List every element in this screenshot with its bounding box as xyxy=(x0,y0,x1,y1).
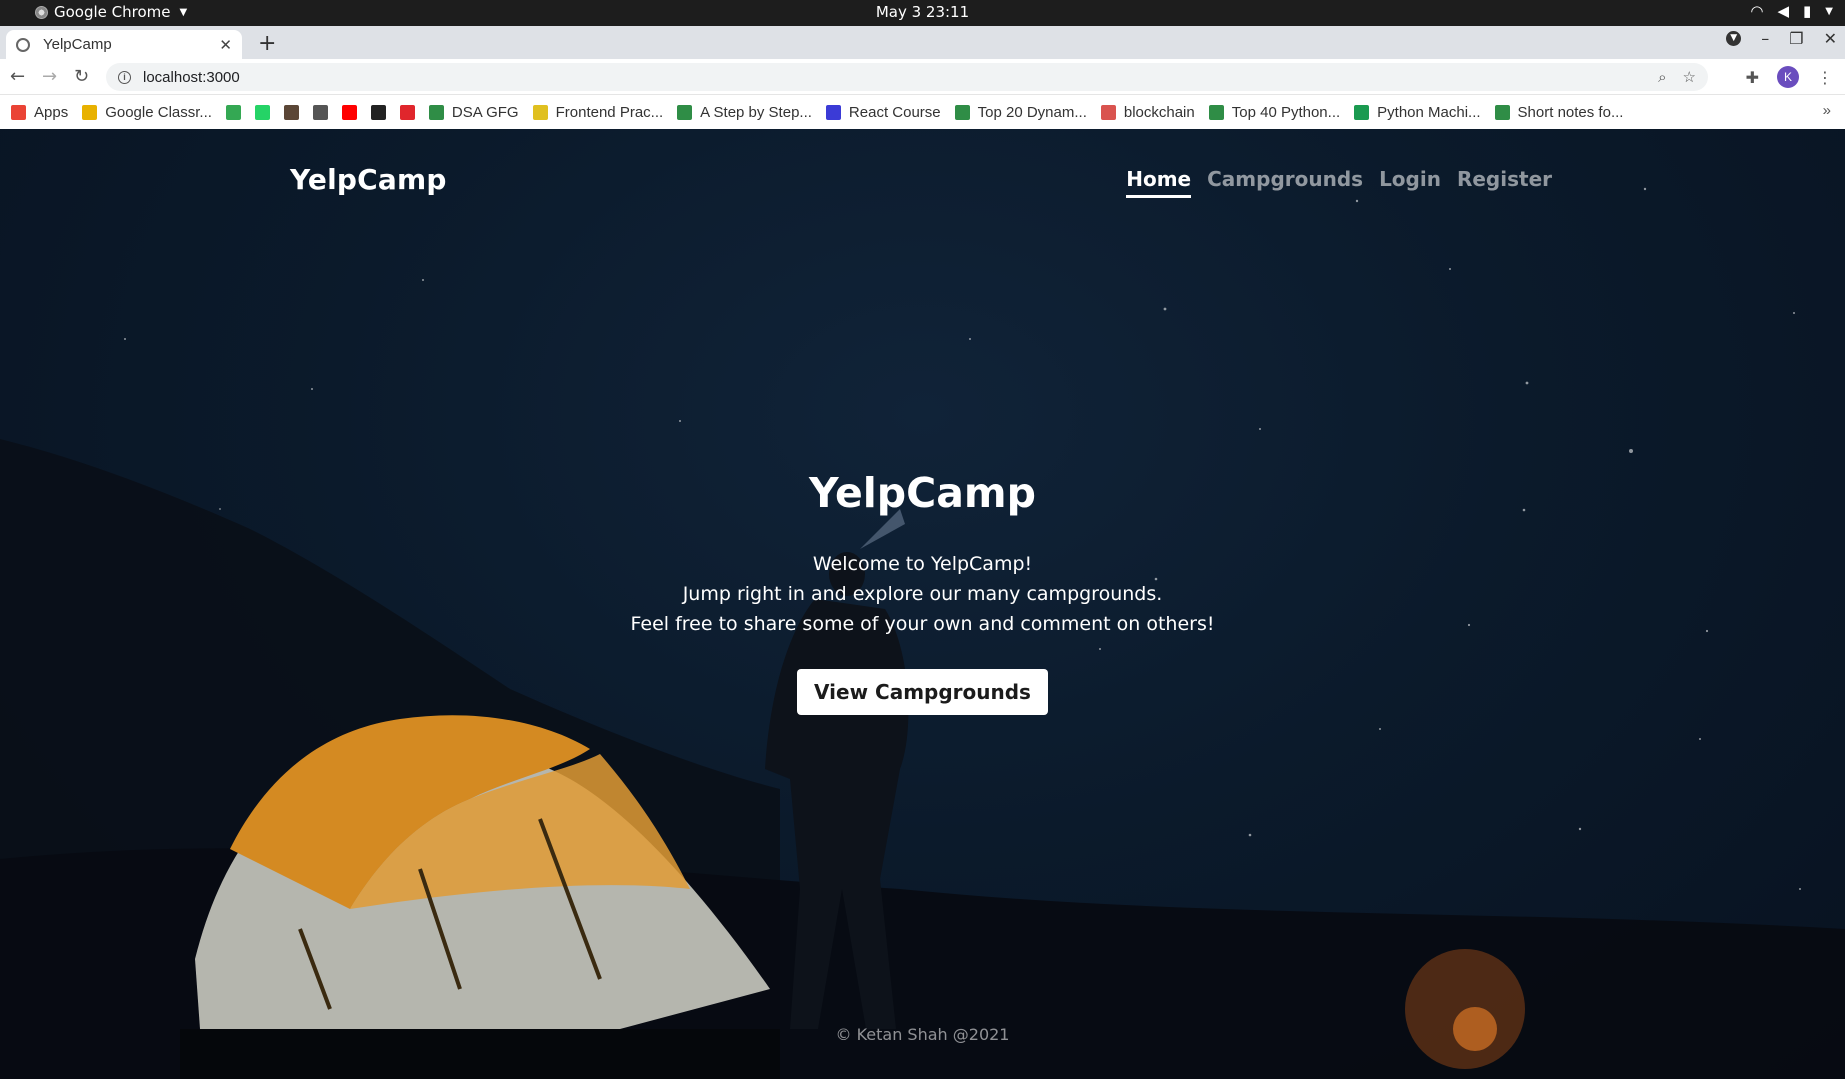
wifi-icon: ◠ xyxy=(1750,2,1764,20)
profile-avatar[interactable]: K xyxy=(1777,66,1799,88)
view-campgrounds-button[interactable]: View Campgrounds xyxy=(797,669,1048,715)
back-arrow-icon[interactable]: ← xyxy=(10,66,25,87)
bookmark-label: A Step by Step... xyxy=(700,103,812,121)
extensions-puzzle-icon[interactable]: ✚ xyxy=(1746,68,1759,87)
battery-icon: ▮ xyxy=(1803,2,1812,20)
hero-section: YelpCamp Welcome to YelpCamp! Jump right… xyxy=(0,469,1845,715)
site-navbar: YelpCamp Home Campgrounds Login Register xyxy=(290,163,1552,203)
nav-link-register[interactable]: Register xyxy=(1457,167,1552,198)
tab-title: YelpCamp xyxy=(43,36,112,53)
blockchain-icon xyxy=(1100,104,1116,120)
menu-kebab-icon[interactable]: ⋮ xyxy=(1817,68,1833,87)
bookmark-item[interactable] xyxy=(312,104,328,120)
bookmark-item[interactable] xyxy=(254,104,270,120)
crown-icon xyxy=(532,104,548,120)
bookmark-item[interactable]: Frontend Prac... xyxy=(532,103,664,121)
new-tab-button[interactable]: + xyxy=(258,31,276,56)
zoom-icon[interactable]: ⌕ xyxy=(1658,69,1666,86)
drive-icon xyxy=(225,104,241,120)
nav-link-campgrounds[interactable]: Campgrounds xyxy=(1207,167,1363,198)
campfire-glow xyxy=(1405,949,1525,1069)
bookmark-label: Short notes fo... xyxy=(1517,103,1624,121)
udemy-icon xyxy=(399,104,415,120)
close-tab-icon[interactable]: ✕ xyxy=(219,36,232,54)
address-bar[interactable]: i localhost:3000 ⌕ ☆ xyxy=(106,63,1708,91)
browser-toolbar: ← → ↻ i localhost:3000 ⌕ ☆ ✚ K ⋮ xyxy=(0,59,1845,95)
bookmark-label: Top 40 Python... xyxy=(1231,103,1341,121)
forward-arrow-icon[interactable]: → xyxy=(42,66,57,87)
bookmark-item[interactable]: Google Classr... xyxy=(82,104,212,121)
nav-link-login[interactable]: Login xyxy=(1379,167,1441,198)
youtube-icon xyxy=(341,104,357,120)
site-info-icon[interactable]: i xyxy=(118,70,131,84)
c-icon xyxy=(825,104,841,120)
ide-icon xyxy=(312,104,328,120)
tab-search-icon[interactable]: ▼ xyxy=(1726,31,1742,46)
cc-icon xyxy=(283,104,299,120)
system-tray[interactable]: ◠ ◀ ▮ ▼ xyxy=(1750,2,1833,22)
gfg-icon xyxy=(954,104,970,120)
gfg-icon xyxy=(1494,104,1510,120)
close-window-icon[interactable]: ✕ xyxy=(1824,29,1837,48)
bookmark-item[interactable] xyxy=(341,104,357,120)
bookmark-label: Top 20 Dynam... xyxy=(977,103,1087,121)
window-controls: ▼ – ❐ ✕ xyxy=(1726,29,1837,48)
gfg-icon xyxy=(1208,104,1224,120)
w-icon xyxy=(1354,104,1370,120)
bookmark-item[interactable] xyxy=(399,104,415,120)
bookmark-item[interactable]: Top 40 Python... xyxy=(1208,103,1341,121)
classroom-icon xyxy=(82,104,98,120)
hero-explore-text: Jump right in and explore our many campg… xyxy=(682,583,1163,605)
bookmark-label: React Course xyxy=(848,103,941,121)
apps-grid-icon xyxy=(11,104,26,120)
os-clock[interactable]: May 3 23:11 xyxy=(0,3,1845,21)
gfg-icon xyxy=(428,104,444,120)
minimize-icon[interactable]: – xyxy=(1761,29,1769,48)
bookmark-item[interactable]: React Course xyxy=(825,103,941,121)
whatsapp-icon xyxy=(254,104,270,120)
os-top-bar: Google Chrome ▼ May 3 23:11 ◠ ◀ ▮ ▼ xyxy=(0,0,1845,26)
bookmark-label: DSA GFG xyxy=(451,103,519,121)
volume-icon: ◀ xyxy=(1777,2,1790,20)
tray-menu-icon: ▼ xyxy=(1825,6,1833,17)
nav-link-home[interactable]: Home xyxy=(1126,167,1192,198)
bookmark-item[interactable]: Short notes fo... xyxy=(1494,103,1624,121)
url-text: localhost:3000 xyxy=(143,68,240,86)
bookmark-label: Google Classr... xyxy=(105,103,212,121)
bookmark-star-icon[interactable]: ☆ xyxy=(1683,68,1696,86)
nav-links: Home Campgrounds Login Register xyxy=(1126,167,1552,198)
bookmark-label: Frontend Prac... xyxy=(555,103,664,121)
github-icon xyxy=(370,104,386,120)
tab-strip: YelpCamp ✕ + ▼ – ❐ ✕ xyxy=(0,26,1845,59)
bookmark-item[interactable]: A Step by Step... xyxy=(677,104,812,121)
bookmark-item[interactable]: Top 20 Dynam... xyxy=(954,103,1087,121)
gfg-icon xyxy=(677,104,693,120)
bookmark-item[interactable]: blockchain xyxy=(1100,103,1195,121)
hero-title: YelpCamp xyxy=(809,469,1036,517)
bookmark-label: blockchain xyxy=(1123,103,1195,121)
tab-yelpcamp[interactable]: YelpCamp ✕ xyxy=(6,30,242,59)
toolbar-right: ✚ K ⋮ xyxy=(1746,66,1833,88)
hero-share-text: Feel free to share some of your own and … xyxy=(630,613,1215,635)
bookmark-item[interactable]: Python Machi... xyxy=(1354,103,1481,121)
bookmark-item[interactable] xyxy=(225,104,241,120)
site-footer: © Ketan Shah @2021 xyxy=(835,1025,1010,1044)
bookmarks-bar: Apps Google Classr... DSA GFG Frontend Prac… xyxy=(0,95,1845,129)
bookmarks-overflow-icon[interactable]: » xyxy=(1823,102,1831,119)
bookmark-item[interactable]: Apps xyxy=(11,104,68,121)
bookmark-item[interactable] xyxy=(283,104,299,120)
yelpcamp-landing-page: YelpCamp Home Campgrounds Login Register… xyxy=(0,129,1845,1079)
globe-icon xyxy=(16,37,30,52)
bookmark-label: Apps xyxy=(34,103,69,121)
hero-welcome-text: Welcome to YelpCamp! xyxy=(812,553,1033,575)
site-brand[interactable]: YelpCamp xyxy=(290,163,447,196)
restore-icon[interactable]: ❐ xyxy=(1789,29,1803,48)
bookmark-item[interactable] xyxy=(370,104,386,120)
reload-icon[interactable]: ↻ xyxy=(74,66,89,87)
bookmark-label: Python Machi... xyxy=(1377,103,1481,121)
bookmark-item[interactable]: DSA GFG xyxy=(428,103,519,121)
